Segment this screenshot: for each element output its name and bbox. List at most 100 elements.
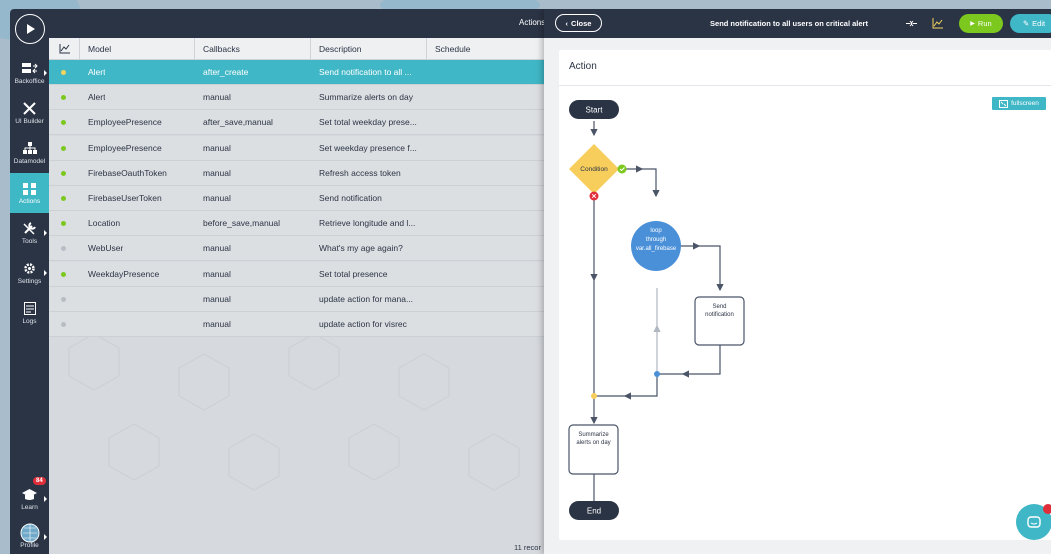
cell-description: Send notification — [319, 193, 382, 203]
chart-icon[interactable] — [49, 37, 80, 60]
sidebar-item-tools[interactable]: Tools — [10, 213, 49, 253]
cell-description: What's my age again? — [319, 243, 403, 254]
actions-icon — [23, 182, 36, 196]
column-header-schedule[interactable]: Schedule — [427, 38, 544, 60]
notification-dot — [1043, 504, 1051, 514]
sidebar-item-settings[interactable]: Settings — [10, 253, 49, 293]
flow-diagram: Start Condition loop through var.all_fir… — [568, 100, 745, 520]
sidebar-item-label: Backoffice — [14, 77, 45, 85]
sidebar-item-profile[interactable]: Profile — [10, 517, 49, 554]
edge-loop-exit — [623, 374, 658, 400]
table-row[interactable]: Alert after_create Send notification to al… — [49, 60, 544, 85]
table-header: Model Callbacks Description Schedule — [49, 37, 544, 60]
cell-model: Alert — [88, 67, 106, 77]
sidebar-item-backoffice[interactable]: Backoffice — [10, 53, 49, 93]
edit-button[interactable]: ✎ Edit — [1010, 14, 1051, 33]
svg-text:Summarize: Summarize — [578, 432, 609, 438]
run-button[interactable]: ▶ Run — [959, 14, 1003, 33]
cell-callbacks: manual — [203, 319, 231, 329]
cell-callbacks: manual — [203, 268, 231, 279]
table-row[interactable]: WeekdayPresence manual Set total presence — [49, 261, 544, 287]
status-dot — [61, 271, 66, 277]
cell-model: Alert — [88, 92, 106, 103]
learn-badge: 84 — [33, 477, 46, 485]
loop-join-dot — [654, 371, 660, 377]
logs-icon — [23, 302, 36, 316]
cell-description: update action for mana... — [319, 293, 414, 304]
table-row[interactable]: EmployeePresence manual Set weekday presen… — [49, 135, 544, 161]
table-row[interactable]: manual update action for visrec — [49, 312, 544, 337]
sidebar-item-logs[interactable]: Logs — [10, 293, 49, 333]
cell-callbacks: manual — [203, 142, 231, 153]
sidebar-item-label: Tools — [21, 237, 38, 245]
page-title: Actions — [519, 18, 546, 27]
status-dot — [61, 246, 66, 252]
sidebar: Backoffice UI Builder Datamodel Actions … — [10, 9, 49, 554]
cell-callbacks: manual — [203, 193, 231, 203]
cell-callbacks: before_save,manual — [203, 218, 281, 229]
chart-icon[interactable] — [932, 18, 943, 29]
cell-description: Summarize alerts on day — [319, 92, 414, 103]
cell-callbacks: after_save,manual — [203, 117, 273, 128]
run-button-label: Run — [977, 19, 992, 28]
table-row[interactable]: EmployeePresence after_save,manual Set tot… — [49, 110, 544, 136]
cell-model: FirebaseOauthToken — [88, 167, 167, 178]
cell-callbacks: manual — [203, 243, 231, 254]
chevron-left-icon: ‹ — [565, 18, 569, 28]
gear-icon — [23, 262, 36, 276]
table-row[interactable]: Alert manual Summarize alerts on day — [49, 85, 544, 111]
sidebar-item-learn[interactable]: Learn — [10, 479, 49, 519]
cell-callbacks: after_create — [203, 67, 249, 77]
status-dot — [61, 322, 66, 327]
cell-callbacks: manual — [203, 167, 231, 178]
backoffice-icon — [21, 62, 38, 76]
cell-description: Retrieve longitude and l... — [319, 218, 416, 229]
panel-header: ‹ Close Send notification to all users o… — [544, 9, 1051, 38]
cell-model: EmployeePresence — [88, 117, 162, 128]
panel-body: Action fullscreen Start Condition loop t… — [544, 38, 1051, 554]
edge-to-send — [699, 245, 724, 292]
chat-icon — [1027, 516, 1041, 528]
column-header-description[interactable]: Description — [311, 37, 427, 60]
record-count: 11 recor — [514, 543, 541, 552]
close-button[interactable]: ‹ Close — [555, 14, 602, 32]
svg-text:alerts on day: alerts on day — [576, 440, 610, 446]
condition-label: Condition — [580, 166, 608, 173]
table-row[interactable]: WebUser manual What's my age again? — [49, 236, 544, 262]
play-icon[interactable] — [15, 14, 45, 44]
app-window: Backoffice UI Builder Datamodel Actions … — [10, 9, 1051, 554]
cell-model: WeekdayPresence — [88, 268, 160, 279]
sidebar-item-label: Actions — [18, 197, 41, 205]
cell-callbacks: manual — [203, 293, 231, 304]
collapse-icon[interactable] — [906, 18, 917, 29]
start-label: Start — [586, 106, 604, 115]
cell-description: Set total weekday prese... — [319, 117, 417, 128]
tools-icon — [23, 222, 36, 236]
datamodel-icon — [22, 142, 37, 156]
cell-model: Location — [88, 218, 121, 229]
column-header-callbacks[interactable]: Callbacks — [195, 37, 311, 60]
column-header-model[interactable]: Model — [80, 37, 195, 60]
end-label: End — [587, 507, 601, 516]
edge-to-loop — [642, 168, 660, 198]
edit-button-label: Edit — [1032, 19, 1046, 28]
sidebar-item-datamodel[interactable]: Datamodel — [10, 133, 49, 173]
cell-callbacks: manual — [203, 92, 231, 103]
svg-text:var.all_firebase: var.all_firebase — [636, 246, 677, 252]
hex-background — [68, 333, 520, 491]
table-row[interactable]: FirebaseOauthToken manual Refresh access t… — [49, 160, 544, 186]
sidebar-item-actions[interactable]: Actions — [10, 173, 49, 213]
table-row[interactable]: manual update action for mana... — [49, 286, 544, 312]
table-row[interactable]: FirebaseUserToken manual Send notification — [49, 186, 544, 211]
status-dot — [61, 145, 66, 151]
svg-text:notification: notification — [705, 312, 734, 318]
cell-description: Set weekday presence f... — [319, 142, 417, 153]
cell-model: FirebaseUserToken — [88, 193, 162, 203]
sidebar-item-label: Datamodel — [13, 157, 46, 165]
sidebar-item-ui-builder[interactable]: UI Builder — [10, 93, 49, 133]
sidebar-item-label: Settings — [17, 277, 42, 285]
table-row[interactable]: Location before_save,manual Retrieve longi… — [49, 211, 544, 237]
edge-send-back — [681, 345, 721, 378]
learn-icon — [22, 488, 37, 502]
status-dot — [61, 296, 66, 302]
